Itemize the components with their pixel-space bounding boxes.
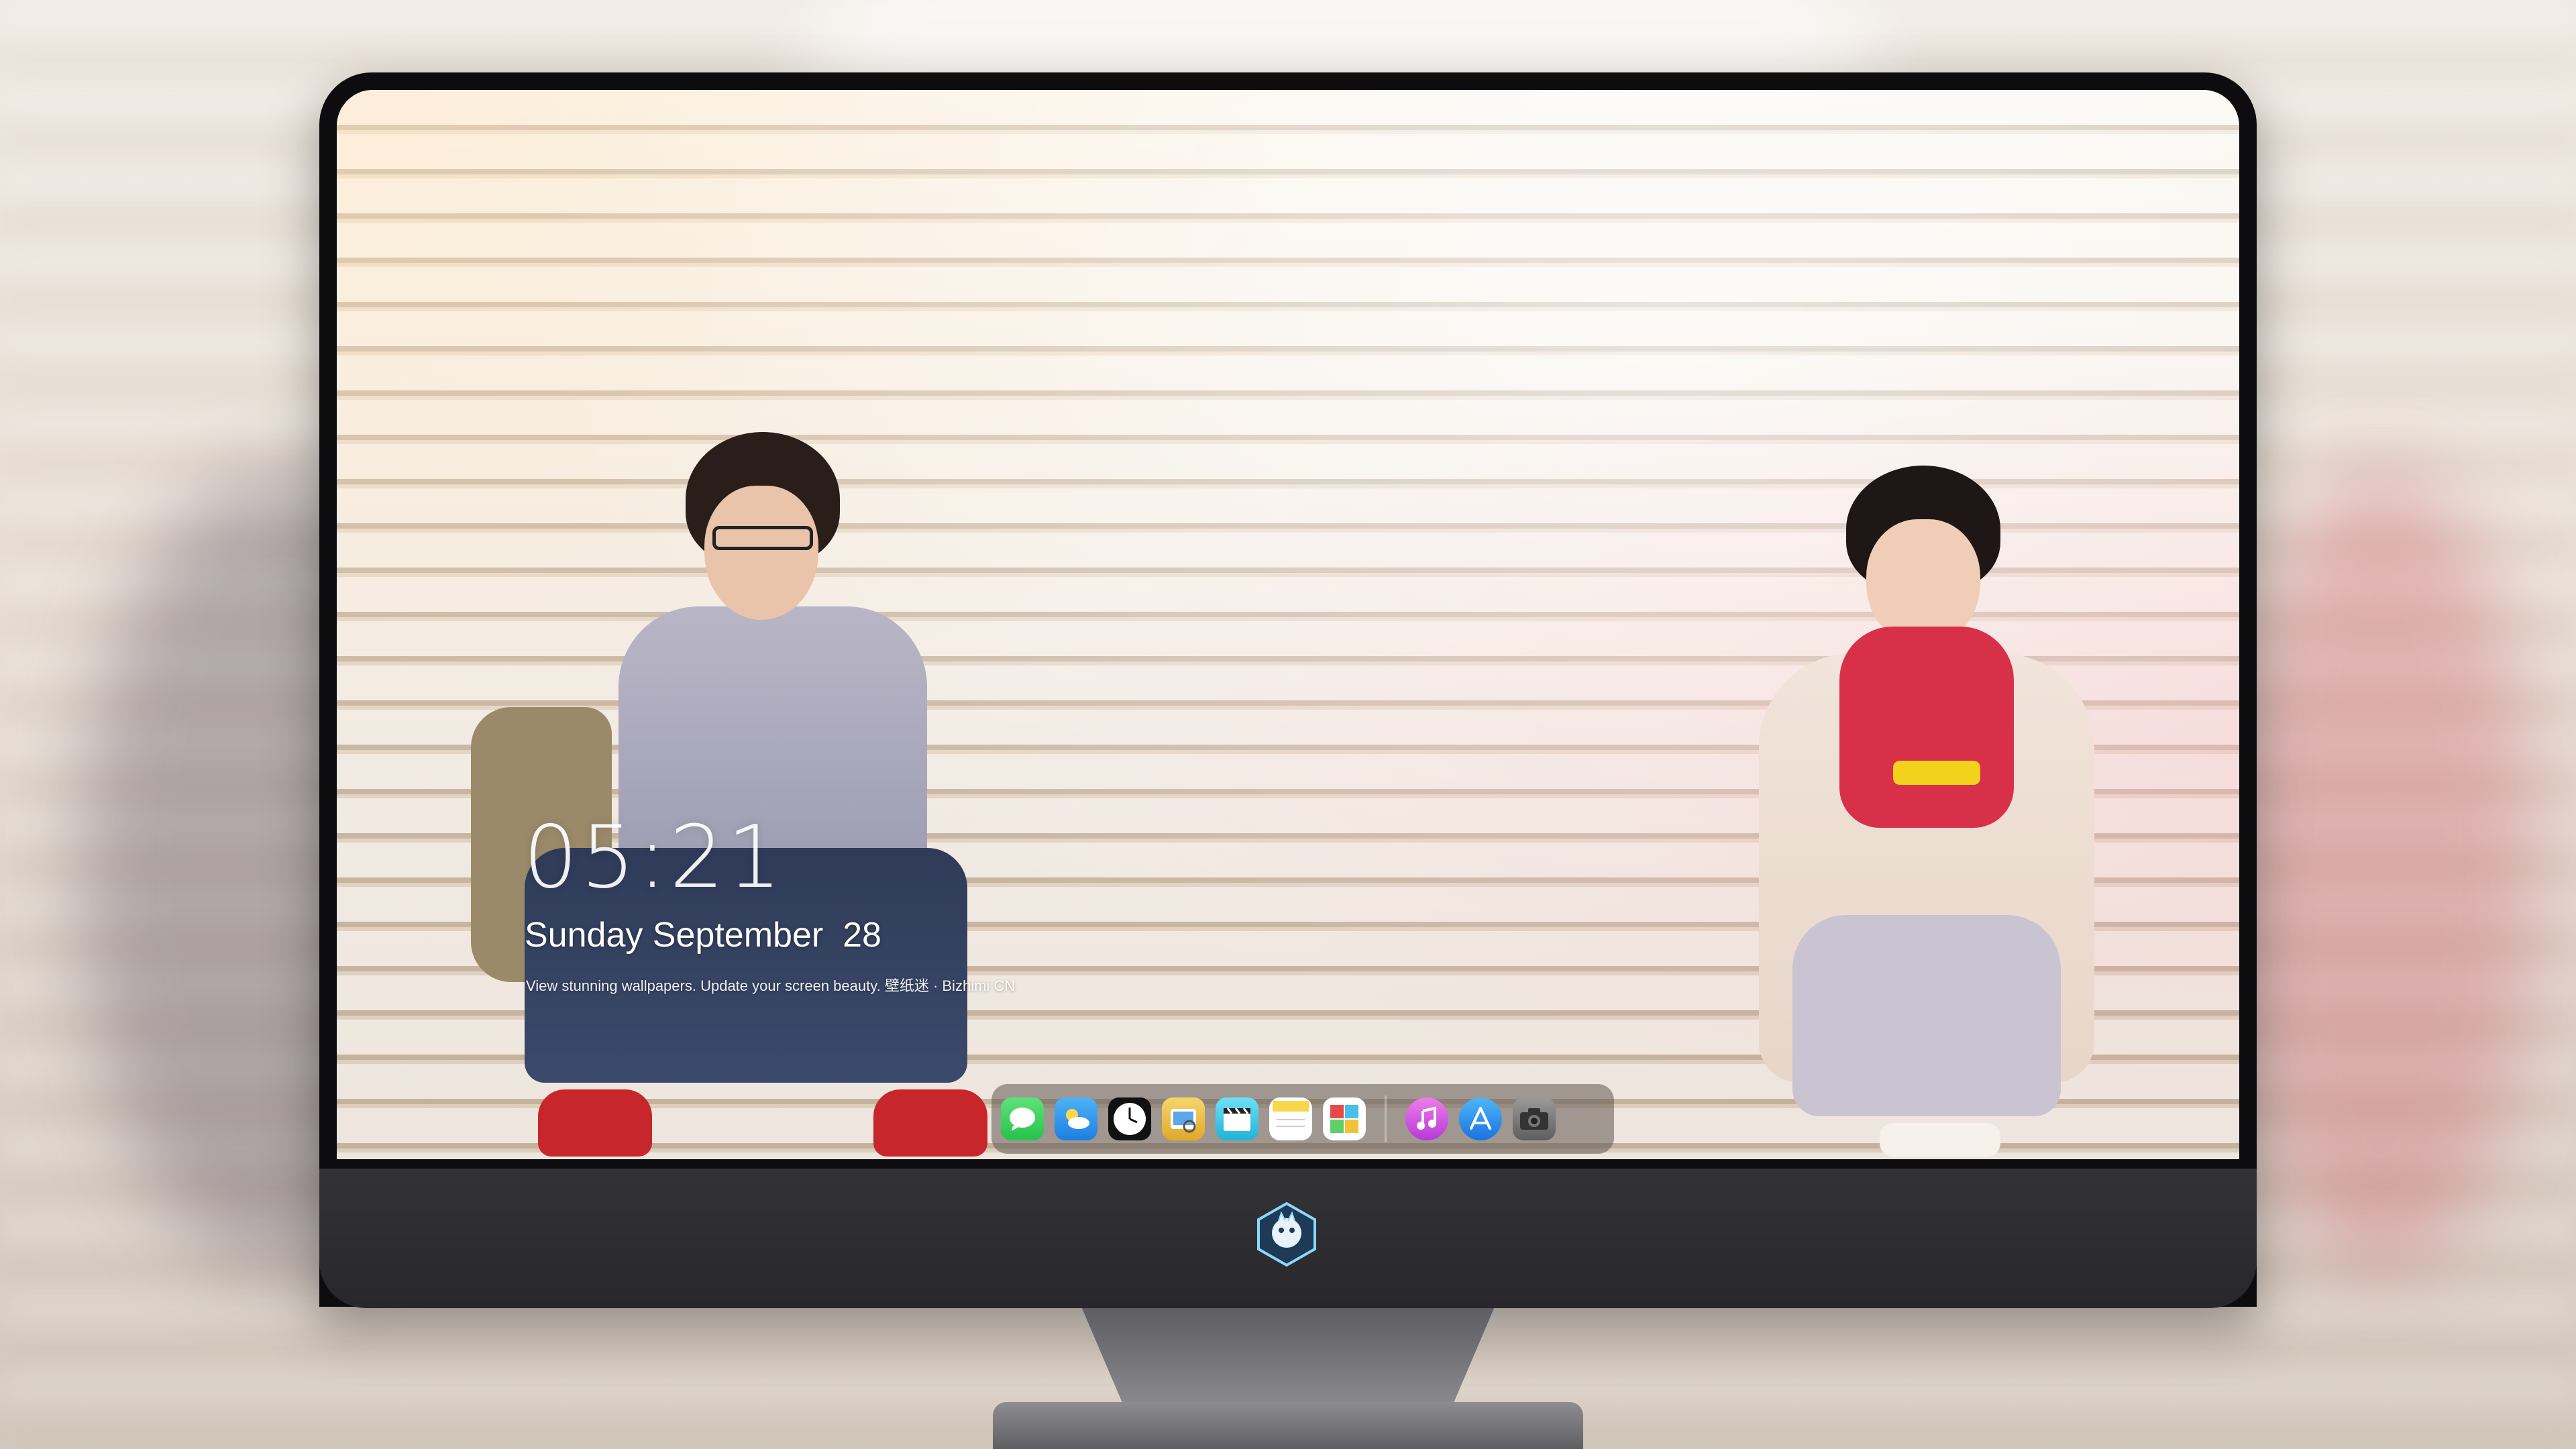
man-right-shoe	[873, 1089, 987, 1157]
monitor-stand-neck	[1081, 1308, 1495, 1409]
clapperboard-icon[interactable]	[1216, 1097, 1258, 1140]
notes-icon[interactable]	[1269, 1097, 1312, 1140]
wallpaper-caption: View stunning wallpapers. Update your sc…	[526, 977, 1016, 994]
lock-clock: 05:21	[523, 808, 784, 908]
photo-booth-icon[interactable]	[1323, 1097, 1366, 1140]
background-person-right	[2227, 470, 2536, 1275]
woman-phone	[1893, 761, 1980, 785]
weather-icon[interactable]	[1055, 1097, 1097, 1140]
preview-icon[interactable]	[1162, 1097, 1205, 1140]
brand-logo-icon	[1253, 1201, 1320, 1268]
woman-skirt	[1792, 915, 2061, 1116]
woman-scarf	[1839, 627, 2014, 828]
camera-icon[interactable]	[1513, 1097, 1556, 1140]
man-face	[704, 486, 818, 620]
man-glasses	[712, 526, 813, 550]
woman-shoes	[1880, 1123, 2000, 1157]
dock	[991, 1084, 1614, 1154]
desktop-screen: 05:21 Sunday September 28 View stunning …	[337, 90, 2239, 1159]
dock-separator	[1385, 1095, 1387, 1142]
clock-icon[interactable]	[1108, 1097, 1151, 1140]
monitor-stand-base	[993, 1402, 1583, 1449]
messages-icon[interactable]	[1001, 1097, 1044, 1140]
app-store-icon[interactable]	[1459, 1097, 1502, 1140]
lock-date: Sunday September 28	[525, 916, 881, 955]
music-note-icon[interactable]	[1405, 1097, 1448, 1140]
man-left-shoe	[538, 1089, 652, 1157]
